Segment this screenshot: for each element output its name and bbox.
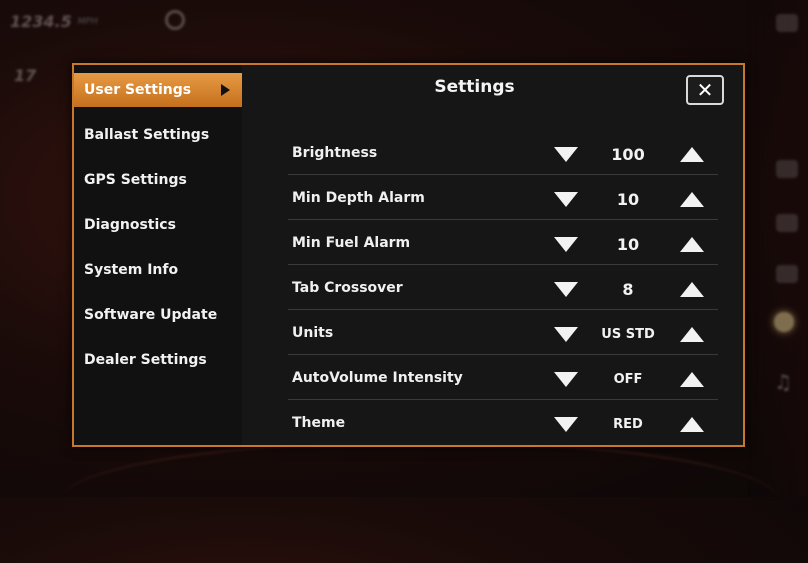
setting-label: AutoVolume Intensity: [292, 370, 463, 386]
setting-row-theme: Theme RED: [288, 401, 718, 445]
sidebar-item-system-info[interactable]: System Info: [74, 253, 242, 287]
decrease-triangle-down-icon[interactable]: [554, 417, 578, 432]
setting-label: Tab Crossover: [292, 280, 403, 296]
background-lightbulb-icon: [774, 312, 794, 332]
close-button[interactable]: ✕: [686, 75, 724, 105]
sidebar-item-label: Diagnostics: [84, 217, 176, 233]
background-phone-icon: [776, 214, 798, 232]
setting-label: Min Depth Alarm: [292, 190, 425, 206]
background-second-readout: 17: [14, 66, 37, 85]
background-speed-readout: 1234.5 MPH: [10, 12, 98, 31]
sidebar-item-user-settings[interactable]: User Settings: [74, 73, 242, 107]
background-arc: [60, 440, 780, 563]
sidebar-item-label: Ballast Settings: [84, 127, 210, 143]
background-home-icon: [776, 160, 798, 178]
decrease-triangle-down-icon[interactable]: [554, 147, 578, 162]
close-icon: ✕: [696, 78, 714, 102]
setting-label: Theme: [292, 415, 346, 431]
sidebar-item-dealer-settings[interactable]: Dealer Settings: [74, 343, 242, 377]
sidebar-item-label: Software Update: [84, 307, 218, 323]
setting-value: 8: [622, 280, 634, 299]
increase-triangle-up-icon[interactable]: [680, 147, 704, 162]
background-speed-value: 1234.5: [10, 12, 72, 31]
settings-sidebar: User Settings Ballast Settings GPS Setti…: [74, 65, 242, 445]
increase-triangle-up-icon[interactable]: [680, 327, 704, 342]
setting-value: US STD: [601, 327, 655, 342]
setting-value: 10: [616, 190, 640, 209]
increase-triangle-up-icon[interactable]: [680, 282, 704, 297]
background-menu-icon: [776, 265, 798, 283]
setting-row-units: Units US STD: [288, 311, 718, 355]
decrease-triangle-down-icon[interactable]: [554, 372, 578, 387]
setting-value: 10: [616, 235, 640, 254]
decrease-triangle-down-icon[interactable]: [554, 327, 578, 342]
sidebar-item-gps-settings[interactable]: GPS Settings: [74, 163, 242, 197]
decrease-triangle-down-icon[interactable]: [554, 192, 578, 207]
setting-row-tab-crossover: Tab Crossover 8: [288, 266, 718, 310]
decrease-triangle-down-icon[interactable]: [554, 282, 578, 297]
setting-row-min-fuel-alarm: Min Fuel Alarm 10: [288, 221, 718, 265]
sidebar-item-label: Dealer Settings: [84, 352, 207, 368]
decrease-triangle-down-icon[interactable]: [554, 237, 578, 252]
increase-triangle-up-icon[interactable]: [680, 237, 704, 252]
setting-label: Brightness: [292, 145, 378, 161]
sidebar-item-label: System Info: [84, 262, 179, 278]
setting-value: OFF: [613, 372, 643, 387]
sidebar-item-label: GPS Settings: [84, 172, 187, 188]
setting-label: Min Fuel Alarm: [292, 235, 411, 251]
dialog-title: Settings: [434, 77, 515, 97]
setting-value: 100: [611, 145, 645, 164]
increase-triangle-up-icon[interactable]: [680, 192, 704, 207]
sidebar-item-software-update[interactable]: Software Update: [74, 298, 242, 332]
sidebar-item-diagnostics[interactable]: Diagnostics: [74, 208, 242, 242]
settings-dialog: User Settings Ballast Settings GPS Setti…: [72, 63, 745, 447]
increase-triangle-up-icon[interactable]: [680, 372, 704, 387]
background-music-icon: ♫: [774, 370, 792, 394]
background-gear-icon: [165, 10, 185, 30]
setting-row-autovolume-intensity: AutoVolume Intensity OFF: [288, 356, 718, 400]
setting-label: Units: [292, 325, 334, 341]
background-user-icon: [776, 14, 798, 32]
background-speed-unit: MPH: [77, 16, 98, 27]
sidebar-item-label: User Settings: [84, 82, 192, 98]
sidebar-item-ballast-settings[interactable]: Ballast Settings: [74, 118, 242, 152]
increase-triangle-up-icon[interactable]: [680, 417, 704, 432]
background-right-panel: [748, 0, 808, 497]
setting-row-brightness: Brightness 100: [288, 131, 718, 175]
setting-row-min-depth-alarm: Min Depth Alarm 10: [288, 176, 718, 220]
setting-value: RED: [613, 417, 643, 432]
caret-right-icon: [221, 84, 230, 96]
